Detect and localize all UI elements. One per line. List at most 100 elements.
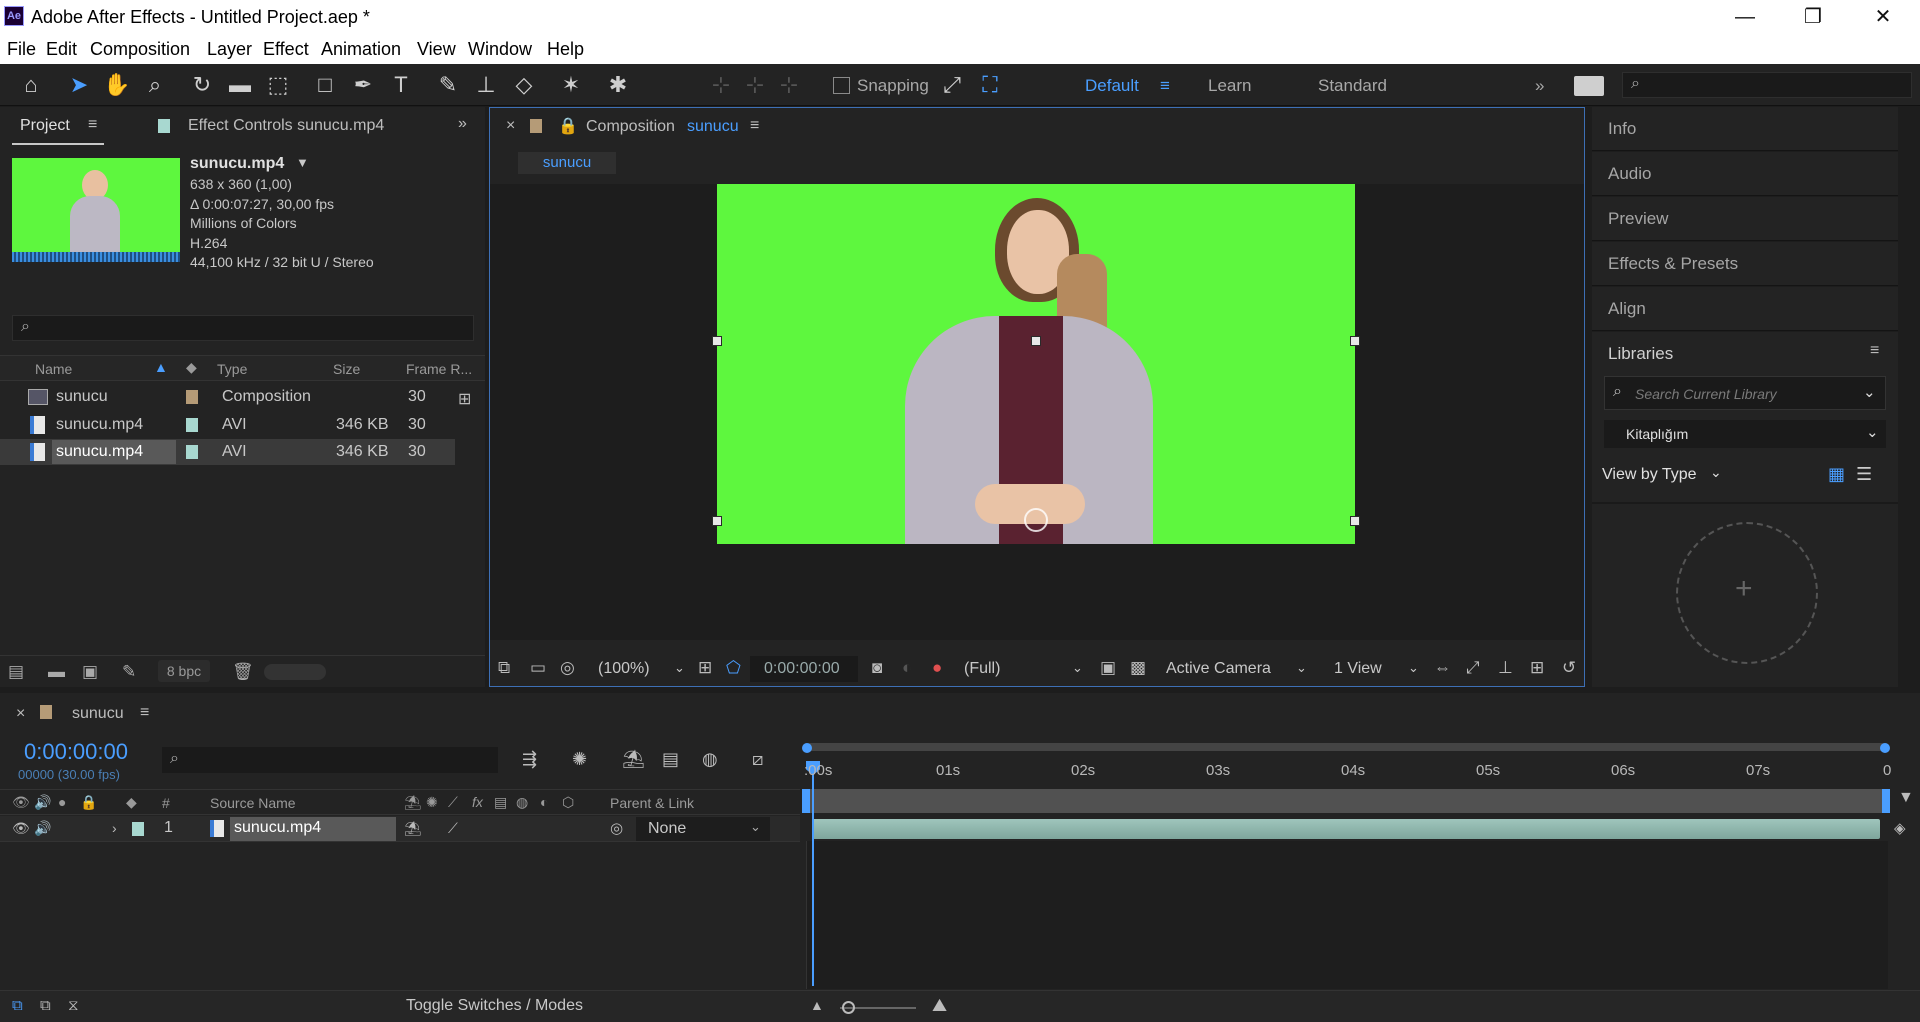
graph-editor-icon[interactable]: ⧄: [752, 749, 763, 770]
audio-switch-icon[interactable]: 🔊: [34, 794, 51, 811]
draft-3d-icon[interactable]: ✺: [572, 749, 587, 770]
effects-presets-panel[interactable]: Effects & Presets: [1592, 242, 1898, 286]
panel-overflow-icon[interactable]: »: [458, 115, 467, 133]
clone-stamp-tool-icon[interactable]: ⊥: [471, 70, 501, 100]
chevron-down-icon[interactable]: ⌄: [674, 660, 685, 676]
pan-behind-tool-icon[interactable]: ⬚: [263, 70, 293, 100]
lock-switch-icon[interactable]: 🔒: [80, 794, 97, 811]
effects-column-icon[interactable]: fx: [472, 794, 483, 810]
motion-blur-icon[interactable]: ◍: [702, 749, 718, 770]
new-folder-icon[interactable]: ▬: [48, 662, 65, 682]
layer-video-toggle-icon[interactable]: 👁: [12, 820, 30, 837]
menu-animation[interactable]: Animation: [321, 39, 401, 60]
frame-blend-column-icon[interactable]: ▤: [494, 794, 507, 811]
menu-effect[interactable]: Effect: [263, 39, 309, 60]
menu-window[interactable]: Window: [468, 39, 532, 60]
zoom-select[interactable]: (100%): [598, 660, 650, 678]
column-source-name[interactable]: Source Name: [210, 795, 296, 811]
video-switch-icon[interactable]: 👁: [12, 794, 30, 811]
minimize-icon[interactable]: —: [1710, 0, 1780, 36]
in-out-duration-icon[interactable]: ⧖: [68, 997, 79, 1014]
shy-column-icon[interactable]: ⛱: [404, 794, 422, 811]
3d-layer-column-icon[interactable]: ⬡: [562, 794, 574, 811]
transform-handle[interactable]: [1350, 516, 1360, 526]
axis-world-icon[interactable]: ⊹: [740, 70, 770, 100]
collapse-column-icon[interactable]: ✺: [426, 794, 438, 811]
rotate-tool-icon[interactable]: ↻: [187, 70, 217, 100]
tab-effect-controls[interactable]: Effect Controls sunucu.mp4: [188, 117, 384, 135]
pen-tool-icon[interactable]: ✒: [348, 70, 378, 100]
align-panel[interactable]: Align: [1592, 287, 1898, 331]
transparency-grid-icon[interactable]: ▩: [1130, 658, 1146, 678]
shy-layers-icon[interactable]: ⛱: [622, 749, 645, 770]
timeline-graph-area[interactable]: [806, 841, 1888, 989]
layer-search-input[interactable]: ⌕: [162, 747, 498, 773]
flowchart-icon[interactable]: ⊞: [458, 389, 471, 409]
timecode-field[interactable]: 0:00:00:00: [750, 656, 858, 682]
menu-help[interactable]: Help: [547, 39, 584, 60]
interpret-footage-icon[interactable]: ▤: [8, 662, 24, 682]
project-search-input[interactable]: ⌕: [12, 315, 474, 341]
comp-menu-icon[interactable]: ≡: [750, 117, 759, 135]
timeline-timecode[interactable]: 0:00:00:00: [24, 739, 128, 765]
in-point-marker[interactable]: [802, 789, 810, 813]
item-label-swatch[interactable]: [186, 390, 198, 404]
work-area-bar[interactable]: [806, 743, 1886, 751]
pick-whip-icon[interactable]: ◎: [610, 819, 623, 837]
column-type[interactable]: Type: [217, 361, 247, 377]
layer-label-swatch[interactable]: [132, 822, 144, 836]
tab-project[interactable]: Project: [20, 117, 70, 135]
axis-local-icon[interactable]: ⊹: [706, 70, 736, 100]
chevron-down-icon[interactable]: ⌄: [1408, 660, 1419, 676]
search-help-toggle-icon[interactable]: [1574, 76, 1604, 96]
current-time-indicator[interactable]: [812, 761, 814, 986]
frame-blending-icon[interactable]: ▤: [662, 749, 679, 770]
chevron-down-icon[interactable]: ⌄: [1296, 660, 1307, 676]
label-column-icon[interactable]: ◆: [126, 794, 137, 811]
solo-switch-icon[interactable]: ●: [58, 794, 66, 810]
timeline-tab-name[interactable]: sunucu: [72, 705, 124, 723]
work-area-start-handle[interactable]: [802, 743, 812, 753]
work-area-end-handle[interactable]: [1880, 743, 1890, 753]
chevron-down-icon[interactable]: ⌄: [1710, 464, 1722, 481]
work-area-range[interactable]: [808, 789, 1884, 813]
chevron-down-icon[interactable]: ⌄: [1072, 660, 1083, 676]
selection-tool-icon[interactable]: ➤: [64, 70, 94, 100]
close-icon[interactable]: ✕: [1848, 0, 1918, 36]
anchor-point-icon[interactable]: [1024, 508, 1048, 532]
bit-depth-button[interactable]: 8 bpc: [158, 660, 210, 682]
zoom-in-icon[interactable]: ⛰: [932, 995, 947, 1016]
menu-view[interactable]: View: [417, 39, 456, 60]
preview-panel[interactable]: Preview: [1592, 197, 1898, 241]
new-composition-icon[interactable]: ▣: [82, 662, 98, 682]
menu-edit[interactable]: Edit: [46, 39, 77, 60]
home-icon[interactable]: ⌂: [16, 70, 46, 100]
trash-icon[interactable]: 🗑: [232, 662, 254, 682]
zoom-slider-thumb[interactable]: [842, 1001, 855, 1014]
sort-ascending-icon[interactable]: ▲: [154, 359, 168, 375]
reset-icon[interactable]: ↺: [1562, 658, 1576, 678]
type-tool-icon[interactable]: T: [386, 70, 416, 100]
camera-snapshot-icon[interactable]: ◙: [872, 658, 882, 678]
zoom-tool-icon[interactable]: ⌕: [140, 70, 170, 100]
layer-audio-toggle-icon[interactable]: 🔊: [34, 820, 51, 837]
library-search-input[interactable]: ⌕ Search Current Library ⌄: [1604, 376, 1886, 410]
rectangle-tool-icon[interactable]: □: [310, 70, 340, 100]
channels-icon[interactable]: ●: [932, 658, 942, 678]
help-search-input[interactable]: ⌕: [1622, 72, 1912, 98]
toggle-switches-modes[interactable]: Toggle Switches / Modes: [406, 997, 583, 1015]
library-select[interactable]: Kitaplığım ⌄: [1604, 420, 1886, 448]
close-comp-tab-icon[interactable]: ×: [506, 117, 515, 135]
grid-view-icon[interactable]: ▦: [1828, 464, 1845, 485]
snapping-checkbox[interactable]: [833, 77, 850, 94]
table-row-selected[interactable]: sunucu.mp4 AVI 346 KB 30: [0, 439, 455, 465]
transform-handle[interactable]: [1031, 336, 1041, 346]
transform-handle[interactable]: [712, 336, 722, 346]
project-settings-icon[interactable]: ✎: [122, 662, 136, 682]
libraries-menu-icon[interactable]: ≡: [1870, 342, 1879, 360]
layer-duration-bar[interactable]: [812, 819, 1880, 839]
workspace-default[interactable]: Default: [1085, 76, 1139, 96]
lock-icon[interactable]: 🔒: [558, 116, 578, 136]
layer-row[interactable]: 👁 🔊 › 1 sunucu.mp4 ⛱ ⟋ ◎ None ⌄: [0, 816, 800, 842]
project-menu-icon[interactable]: ≡: [88, 116, 97, 134]
